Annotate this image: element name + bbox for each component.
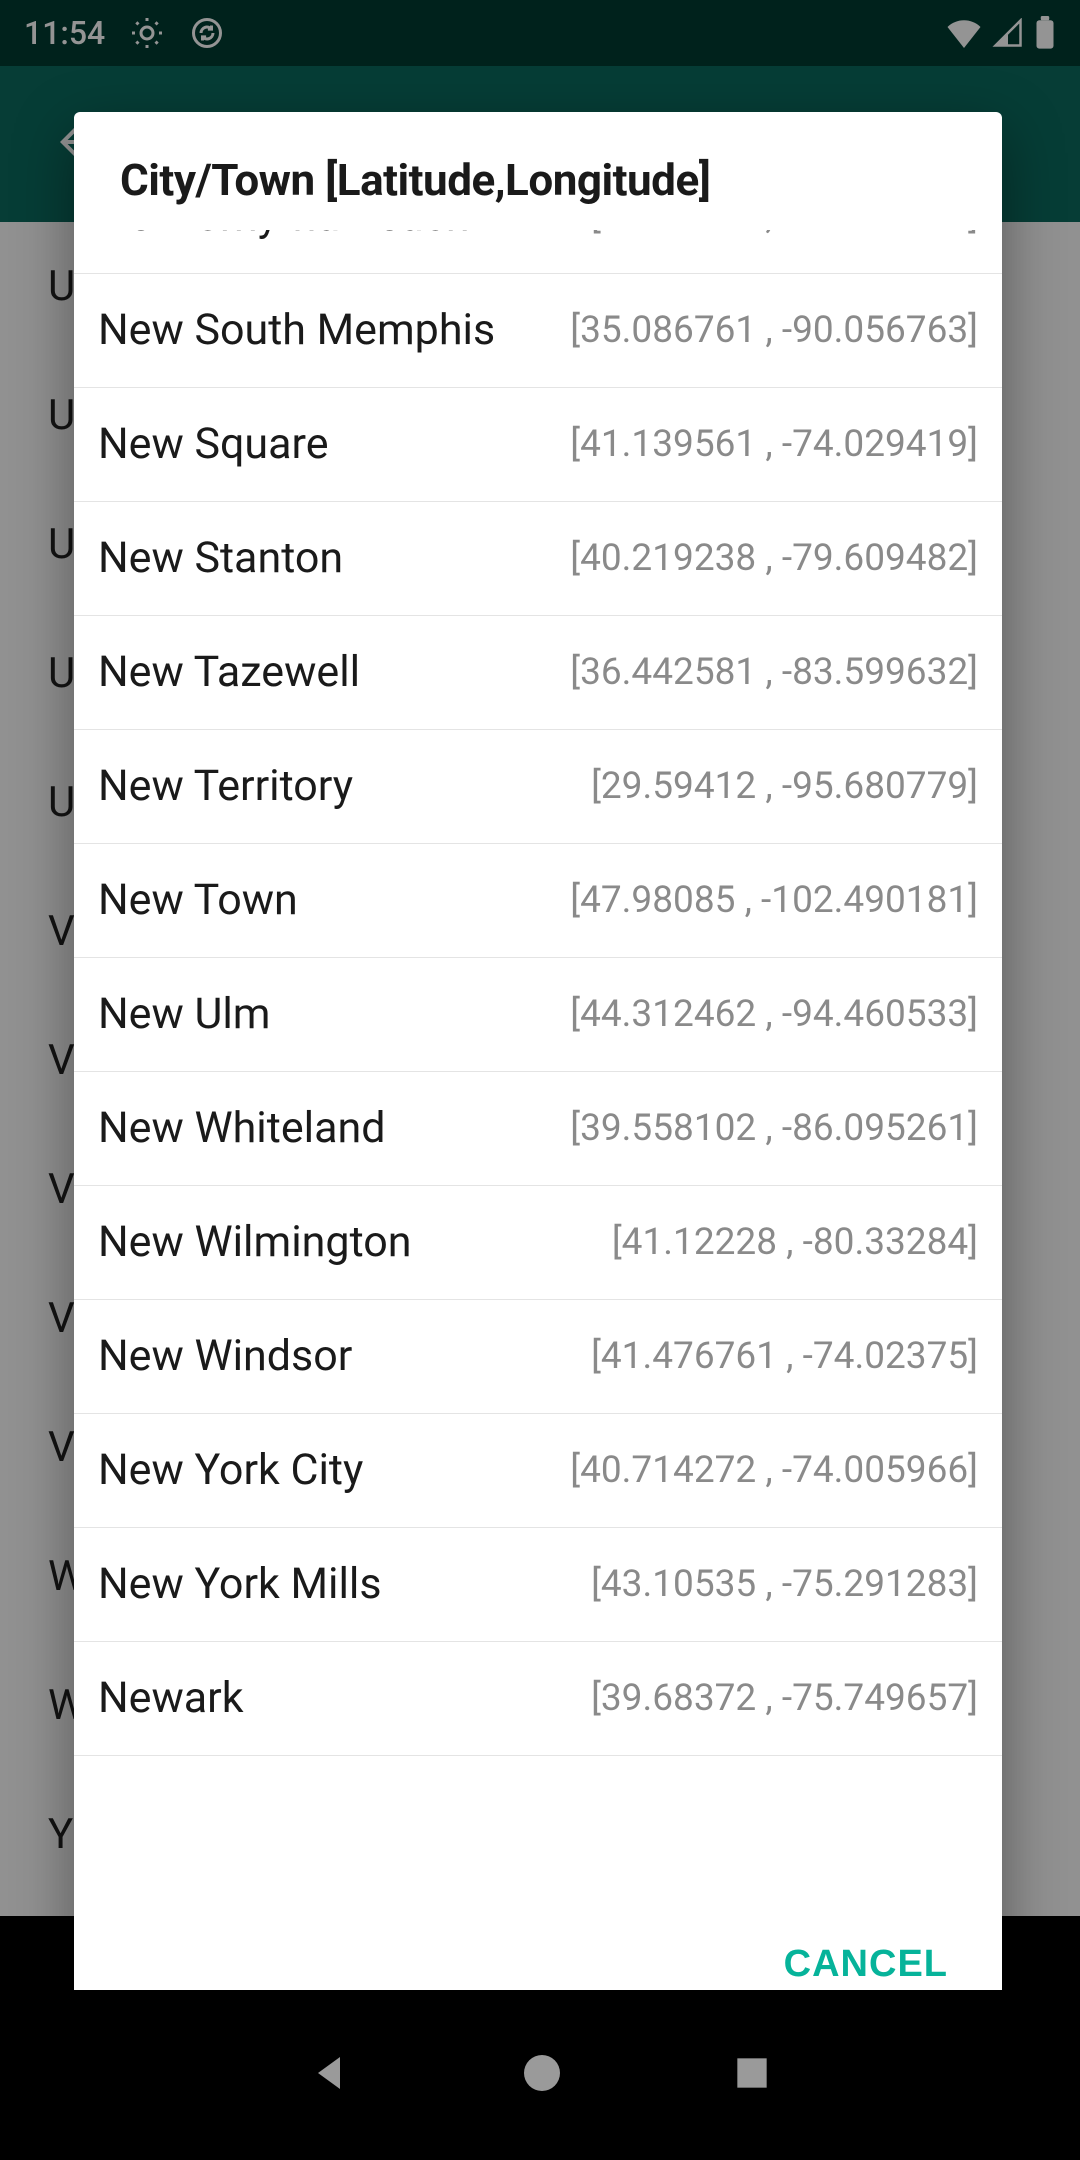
city-name: New Wilmington [98, 1216, 592, 1270]
city-row[interactable]: New Smyrna Beach [29.02582 , -80.927002] [74, 230, 1002, 274]
city-name: New Windsor [98, 1330, 571, 1384]
city-coords: [41.12228 , -80.33284] [612, 1221, 978, 1264]
city-row[interactable]: New Tazewell [36.442581 , -83.599632] [74, 616, 1002, 730]
city-list[interactable]: New Smyrna Beach[29.02582 , -80.927002]N… [74, 230, 1002, 1903]
city-name: New Tazewell [98, 646, 550, 700]
city-name: New Stanton [98, 532, 550, 586]
city-row[interactable]: New York City [40.714272 , -74.005966] [74, 1414, 1002, 1528]
city-coords: [41.139561 , -74.029419] [570, 423, 978, 466]
city-row[interactable]: New Square [41.139561 , -74.029419] [74, 388, 1002, 502]
city-row[interactable]: New Windsor [41.476761 , -74.02375] [74, 1300, 1002, 1414]
city-name: New Ulm [98, 988, 550, 1042]
city-name: New York City [98, 1444, 550, 1498]
city-coords: [35.086761 , -90.056763] [570, 309, 978, 352]
city-name: New Whiteland [98, 1102, 550, 1156]
city-coords: [43.10535 , -75.291283] [591, 1563, 978, 1606]
city-name: New Town [98, 874, 550, 928]
navigation-bar [0, 1990, 1080, 2160]
city-row[interactable]: New Town [47.98085 , -102.490181] [74, 844, 1002, 958]
city-name: New South Memphis [98, 304, 550, 358]
city-row[interactable]: New York Mills [43.10535 , -75.291283] [74, 1528, 1002, 1642]
city-row[interactable]: New Territory [29.59412 , -95.680779] [74, 730, 1002, 844]
city-name: New York Mills [98, 1558, 571, 1612]
city-row[interactable]: New Stanton [40.219238 , -79.609482] [74, 502, 1002, 616]
city-coords: [39.558102 , -86.095261] [570, 1107, 978, 1150]
dialog-title: City/Town [Latitude,Longitude] [74, 112, 1002, 230]
city-picker-dialog: City/Town [Latitude,Longitude] New Smyrn… [74, 112, 1002, 2034]
city-coords: [39.68372 , -75.749657] [591, 1677, 978, 1720]
city-row[interactable]: Newark [39.68372 , -75.749657] [74, 1642, 1002, 1756]
city-coords: [40.714272 , -74.005966] [570, 1449, 978, 1492]
city-coords: [29.02582 , -80.927002] [591, 230, 978, 238]
city-coords: [40.219238 , -79.609482] [570, 537, 978, 580]
city-coords: [47.98085 , -102.490181] [570, 879, 978, 922]
city-name: New Square [98, 418, 550, 472]
city-coords: [41.476761 , -74.02375] [591, 1335, 978, 1378]
city-name: Newark [98, 1672, 571, 1726]
city-name: New Territory [98, 760, 571, 814]
city-name: New Smyrna Beach [98, 230, 571, 243]
city-coords: [29.59412 , -95.680779] [591, 765, 978, 808]
city-row[interactable]: New Whiteland [39.558102 , -86.095261] [74, 1072, 1002, 1186]
nav-recent-icon[interactable] [730, 2051, 774, 2099]
city-row[interactable]: New South Memphis [35.086761 , -90.056763… [74, 274, 1002, 388]
nav-home-icon[interactable] [518, 2049, 566, 2101]
city-row[interactable]: New Ulm [44.312462 , -94.460533] [74, 958, 1002, 1072]
city-coords: [36.442581 , -83.599632] [570, 651, 978, 694]
city-coords: [44.312462 , -94.460533] [570, 993, 978, 1036]
city-row[interactable]: New Wilmington [41.12228 , -80.33284] [74, 1186, 1002, 1300]
nav-back-icon[interactable] [306, 2049, 354, 2101]
